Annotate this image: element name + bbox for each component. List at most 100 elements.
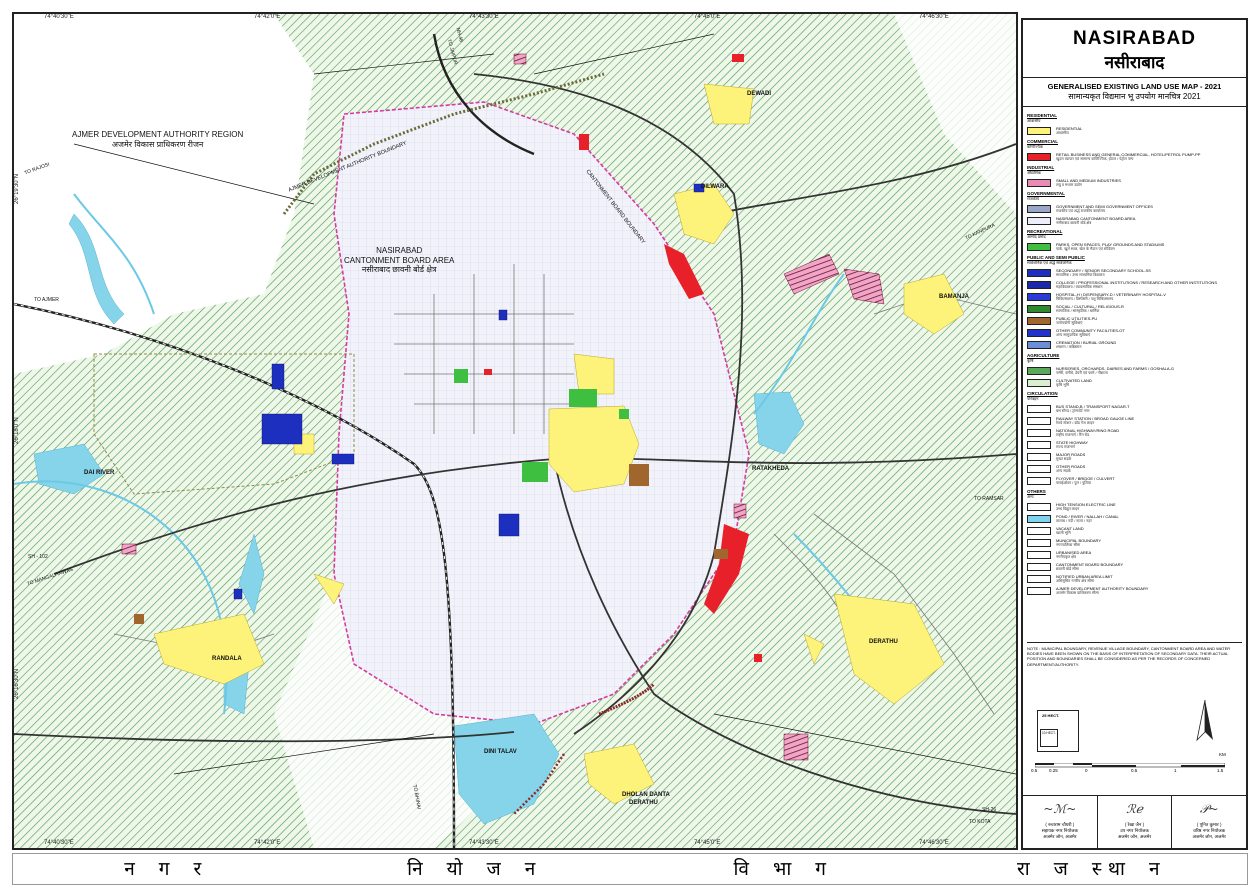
legend-item: RAILWAY STATION / BROAD GAUGE LINE रेलवे …: [1027, 415, 1242, 427]
legend-label: VACANT LAND खाली भूमि: [1056, 526, 1084, 536]
coord-bottom-5: 74°46'30"E: [919, 840, 949, 846]
legend-label: RAILWAY STATION / BROAD GAUGE LINE रेलवे …: [1056, 416, 1134, 426]
legend-label-hi: मुख्य सड़कें: [1056, 457, 1072, 462]
map-canvas[interactable]: 74°40'30"E 74°42'0"E 74°43'30"E 74°45'0"…: [12, 12, 1018, 850]
legend-item: HOSPITAL-H / DISPENSARY-D / VETERINARY H…: [1027, 291, 1242, 303]
legend-label-en: CULTIVATED LAND: [1056, 377, 1092, 383]
coord-top-3: 74°43'30"E: [469, 14, 499, 20]
legend-label-hi: नगरीयकृत क्षेत्र: [1056, 555, 1076, 560]
legend-label-en: POND / RIVER / NALLAH / CANAL: [1056, 513, 1119, 519]
scale-inner-box: 10 HECT.: [1040, 729, 1058, 747]
legend-category-hindi: राजकीय: [1027, 196, 1040, 201]
legend-swatch: [1027, 379, 1051, 387]
legend-label-hi: अन्य सामुदायिक सुविधाएं: [1056, 333, 1091, 338]
legend-item: RESIDENTIAL आवासीय: [1027, 125, 1242, 137]
legend-label-en: NASIRABAD CANTONMENT BOARD AREA: [1056, 215, 1136, 221]
road-to-ajmer: TO AJMER: [34, 297, 59, 303]
legend-label: NATIONAL HIGHWAY/RING ROAD राष्ट्रीय राजम…: [1056, 428, 1119, 438]
legend-label-en: HIGH TENSION ELECTRIC LINE: [1056, 501, 1116, 507]
legend-label-hi: फ्लाईओवर / पुल / पुलिया: [1056, 481, 1092, 486]
legend-label: MAJOR ROADS मुख्य सड़कें: [1056, 451, 1086, 462]
legend-label-hi: महाविद्यालय / व्यावसायिक संस्थान: [1056, 285, 1103, 290]
legend-label-hi: रेलवे स्टेशन / ब्रॉड गेज लाइन: [1056, 421, 1095, 426]
legend-swatch: [1027, 587, 1051, 595]
legend-label-en: FLYOVER / BRIDGE / CULVERT: [1056, 475, 1115, 481]
legend-label-en: SECONDARY / SENIOR SECONDARY SCHOOL-SS: [1056, 267, 1151, 273]
legend-label: NOTIFIED URBAN AREA LIMIT अधिसूचित नगरीय …: [1056, 574, 1113, 584]
legend-label: SECONDARY / SENIOR SECONDARY SCHOOL-SS मा…: [1056, 267, 1151, 278]
legend-swatch: [1027, 205, 1051, 213]
legend-label-en: SMALL AND MEDIUM INDUSTRIES: [1056, 177, 1121, 183]
legend-swatch: [1027, 367, 1051, 375]
legend-swatch: [1027, 153, 1051, 161]
place-dini-talav: DINI TALAV: [484, 749, 517, 755]
legend-label-hi: कृषि भूमि: [1056, 383, 1070, 388]
legend-item: OTHER ROADS अन्य सड़कें: [1027, 463, 1242, 475]
signature-3: 𝒫~ ( पूनित कुमार ) वरिष्ठ नगर नियोजक अजम…: [1192, 802, 1226, 839]
legend-item: GOVERNMENT AND SEMI GOVERNMENT OFFICES रा…: [1027, 203, 1242, 215]
legend-label-hi: लघु व मध्यम उद्योग: [1056, 183, 1082, 188]
legend-swatch: [1027, 127, 1051, 135]
legend-label: HOSPITAL-H / DISPENSARY-D / VETERINARY H…: [1056, 292, 1166, 302]
legend-label-hi: खुदरा व्यापार एवं सामान्य वाणिज्यिक, होट…: [1056, 157, 1134, 162]
legend-item: NASIRABAD CANTONMENT BOARD AREA नसीराबाद …: [1027, 215, 1242, 227]
legend-item: CANTONMENT BOARD BOUNDARY छावनी बोर्ड सीम…: [1027, 561, 1242, 573]
legend-swatch: [1027, 477, 1051, 485]
legend-category-hindi: अन्य: [1027, 494, 1034, 499]
coord-bottom-3: 74°43'30"E: [469, 840, 499, 846]
legend-item: VACANT LAND खाली भूमि: [1027, 525, 1242, 537]
legend-item: SMALL AND MEDIUM INDUSTRIES लघु व मध्यम उ…: [1027, 177, 1242, 189]
signature-scribble-icon: 𝒫~: [1199, 802, 1219, 816]
legend-label: COLLEGE / PROFESSIONAL INSTITUTIONS / RE…: [1056, 280, 1217, 290]
legend-swatch: [1027, 179, 1051, 187]
coord-left-3: 26°16'30"N: [14, 668, 20, 699]
legend-swatch: [1027, 341, 1051, 349]
cantonment-label: NASIRABAD CANTONMENT BOARD AREA नसीराबाद…: [344, 246, 455, 275]
legend-label: AJMER DEVELOPMENT AUTHORITY BOUNDARY अजमे…: [1056, 585, 1149, 596]
scale-ticks: 0.5 0.25 0 0.5 1 1.5: [1031, 768, 1231, 776]
legend-category-hindi: औद्योगिक: [1027, 170, 1042, 175]
scale-tick: 0.25: [1049, 768, 1058, 773]
legend-item: FLYOVER / BRIDGE / CULVERT फ्लाईओवर / पुल…: [1027, 475, 1242, 487]
map-title: NASIRABAD: [1073, 28, 1196, 49]
legend-swatch: [1027, 527, 1051, 535]
legend-panel: NASIRABAD नसीराबाद GENERALISED EXISTING …: [1021, 18, 1248, 850]
legend-label: RESIDENTIAL आवासीय: [1056, 126, 1082, 136]
legend-label-hi: चिकित्सालय / डिस्पेंसरी / पशु चिकित्सालय: [1056, 297, 1114, 302]
legend-label: MUNICIPAL BOUNDARY नगरपालिका सीमा: [1056, 537, 1102, 548]
legend-item: MUNICIPAL BOUNDARY नगरपालिका सीमा: [1027, 537, 1242, 549]
legend-label: SMALL AND MEDIUM INDUSTRIES लघु व मध्यम उ…: [1056, 177, 1121, 188]
road-to-ramsar: TO RAMSAR: [974, 496, 1004, 502]
legend-swatch: [1027, 441, 1051, 449]
coord-bottom-1: 74°40'30"E: [44, 840, 74, 846]
legend-label: GOVERNMENT AND SEMI GOVERNMENT OFFICES रा…: [1056, 204, 1153, 214]
legend-label-hi: आवासीय: [1056, 131, 1069, 136]
legend-swatch: [1027, 453, 1051, 461]
legend-label-en: AJMER DEVELOPMENT AUTHORITY BOUNDARY: [1056, 585, 1149, 591]
legend-label-hi: राज्य राजमार्ग: [1056, 445, 1075, 450]
signature-scribble-icon: ~ℳ~: [1043, 802, 1077, 816]
legend-item: MAJOR ROADS मुख्य सड़कें: [1027, 451, 1242, 463]
legend-item: CREMATION / BURIAL GROUND श्मशान / कब्रिस…: [1027, 339, 1242, 351]
legend-label-hi: अजमेर विकास प्राधिकरण सीमा: [1056, 591, 1099, 596]
legend-item: HIGH TENSION ELECTRIC LINE उच्च विद्युत ल…: [1027, 501, 1242, 513]
legend-label-hi: जनोपयोगी सुविधाएं: [1056, 321, 1083, 326]
legend-swatch: [1027, 539, 1051, 547]
legend-label: HIGH TENSION ELECTRIC LINE उच्च विद्युत ल…: [1056, 501, 1116, 512]
legend-label: STATE HIGHWAY राज्य राजमार्ग: [1056, 440, 1088, 450]
place-dewadi: DEWADI: [747, 91, 771, 97]
legend-header: NASIRABAD नसीराबाद: [1023, 28, 1246, 78]
legend-label: BUS STAND-B / TRANSPORT NAGAR-T बस स्टैण्…: [1056, 404, 1130, 414]
legend-subheader: GENERALISED EXISTING LAND USE MAP - 2021…: [1023, 82, 1246, 107]
legend-label-en: RETAIL BUSINESS AND GENERAL COMMERCIAL, …: [1056, 151, 1201, 157]
legend-label: CANTONMENT BOARD BOUNDARY छावनी बोर्ड सीम…: [1056, 562, 1123, 572]
footer-word-4: रा ज स्था न: [1016, 858, 1169, 880]
legend-label-en: MAJOR ROADS: [1056, 451, 1086, 457]
legend-label-hi: खाली भूमि: [1056, 531, 1071, 536]
legend-label-en: MUNICIPAL BOUNDARY: [1056, 537, 1102, 543]
signature-1: ~ℳ~ ( रुचाराम चौधरी ) सहायक नगर नियोजक अ…: [1041, 802, 1078, 839]
legend-item: URBANISED AREA नगरीयकृत क्षेत्र: [1027, 549, 1242, 561]
legend-label-hi: राष्ट्रीय राजमार्ग / रिंग रोड: [1056, 433, 1090, 438]
place-dholan-danta: DHOLAN DANTA: [622, 792, 670, 798]
legend-label-hi: अन्य सड़कें: [1056, 469, 1071, 474]
